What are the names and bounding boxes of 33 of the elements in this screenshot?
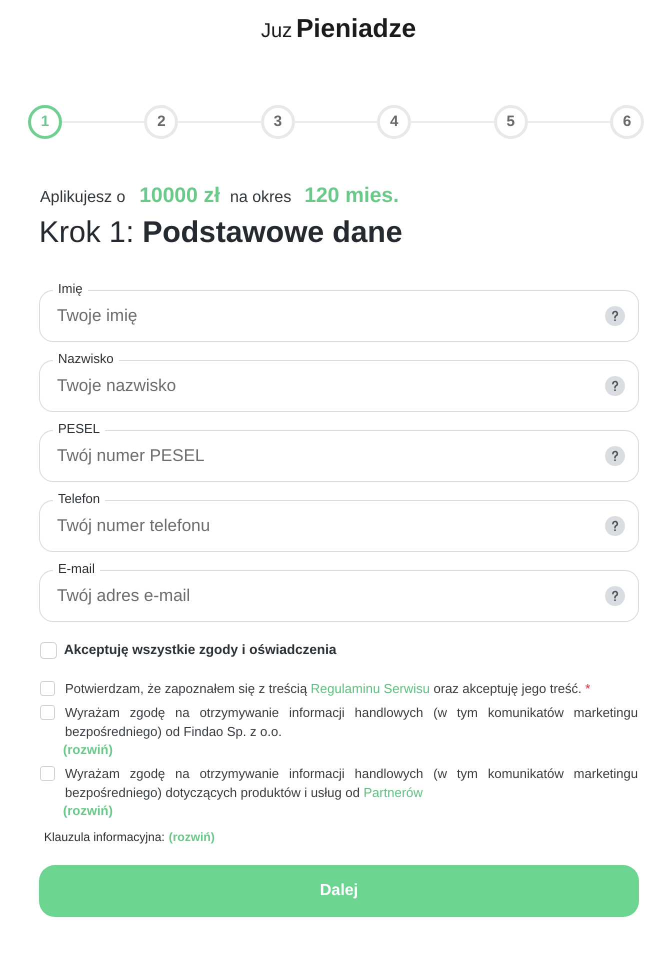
info-clause-label: Klauzula informacyjna: [44,829,165,846]
step-indicator: 4 [377,105,412,139]
checkbox[interactable] [40,681,55,696]
step-indicator: 3 [260,105,295,139]
loan-amount: 10000 zł [139,183,220,209]
loan-period: 120 mies. [304,183,399,209]
summary-text: Aplikujesz o [40,188,126,208]
checkbox[interactable] [40,642,57,658]
step-indicator: 1 [28,105,62,139]
step-indicator: 5 [494,105,528,139]
accept-all-label: Akceptuję wszystkie zgody i oświadczenia [64,640,336,659]
checkbox[interactable] [40,766,55,781]
help-icon [605,586,625,606]
expand-link[interactable]: (rozwiń) [63,741,113,759]
expand-link[interactable]: (rozwiń) [63,802,113,820]
consent-text: Potwierdzam, że zapoznałem się z treścią Regulaminu Serwisu oraz akceptuję jego treść. * [65,680,592,698]
help-icon [605,376,625,396]
field-label: Imię [53,281,88,297]
summary-text: na okres [230,188,292,208]
expand-link[interactable]: (rozwiń) [168,828,215,846]
consent-link[interactable]: Partnerów [363,785,423,800]
step-indicator: 2 [144,105,178,139]
next-button[interactable]: Dalej [39,865,639,917]
help-icon [605,516,625,536]
consent-text: Wyrażam zgodę na otrzymywanie informacji handlowych (w tym komunikatów marketingu bezpośredniego) dotyczących produktów i usług od Partnerów [65,765,638,802]
logo: Juz Pieniadze [260,12,416,44]
step-indicator: 6 [610,105,644,139]
checkbox[interactable] [40,705,55,720]
page-heading: Krok 1: Podstawowe dane [39,215,402,251]
consent-text: Wyrażam zgodę na otrzymywanie informacji handlowych (w tym komunikatów marketingu bezpośredniego) od Findao Sp. z o.o. [65,704,638,741]
help-icon [605,306,625,326]
help-icon [605,446,625,466]
consent-link[interactable]: Regulaminu Serwisu [310,681,430,696]
